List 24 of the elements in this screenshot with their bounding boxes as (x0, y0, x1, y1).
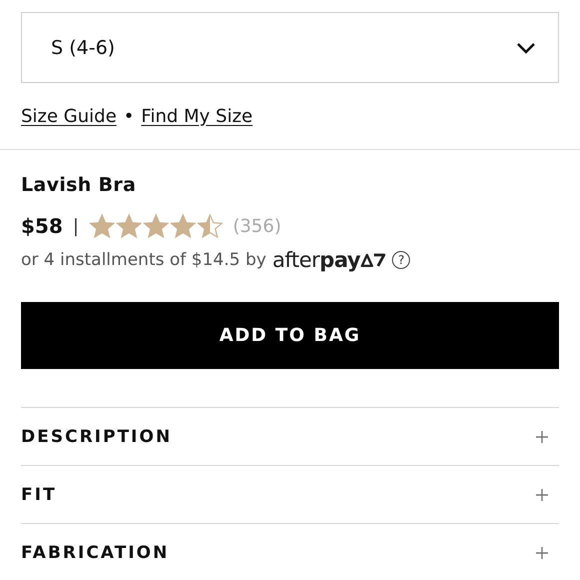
accordion-header[interactable]: FABRICATION (21, 524, 559, 580)
afterpay-logo: afterpay (272, 248, 360, 272)
arrows-logo-icon (360, 253, 386, 267)
add-to-bag-button[interactable]: ADD TO BAG (21, 302, 559, 369)
plus-icon (535, 430, 549, 444)
size-dropdown[interactable]: S (4-6) (21, 12, 559, 83)
star-icon (142, 213, 169, 239)
plus-icon (535, 546, 549, 560)
chevron-down-icon (516, 42, 536, 54)
accordion-header[interactable]: FIT (21, 466, 559, 523)
accordion-header[interactable]: DESCRIPTION (21, 408, 559, 465)
star-icon (116, 213, 142, 239)
size-link[interactable]: Find My Size (141, 106, 253, 126)
plus-icon (535, 488, 549, 502)
bullet-separator: • (124, 106, 134, 126)
help-button[interactable]: ? (392, 251, 410, 269)
product-price: $58 (21, 214, 63, 238)
half-star-icon (196, 213, 223, 239)
product-name: Lavish Bra (21, 174, 137, 198)
size-link[interactable]: Size Guide (21, 106, 117, 126)
price-separator: | (72, 216, 79, 236)
star-icon (170, 213, 196, 239)
star-icon (88, 213, 115, 239)
installments-text: or 4 installments of $14.5 by (21, 250, 266, 270)
